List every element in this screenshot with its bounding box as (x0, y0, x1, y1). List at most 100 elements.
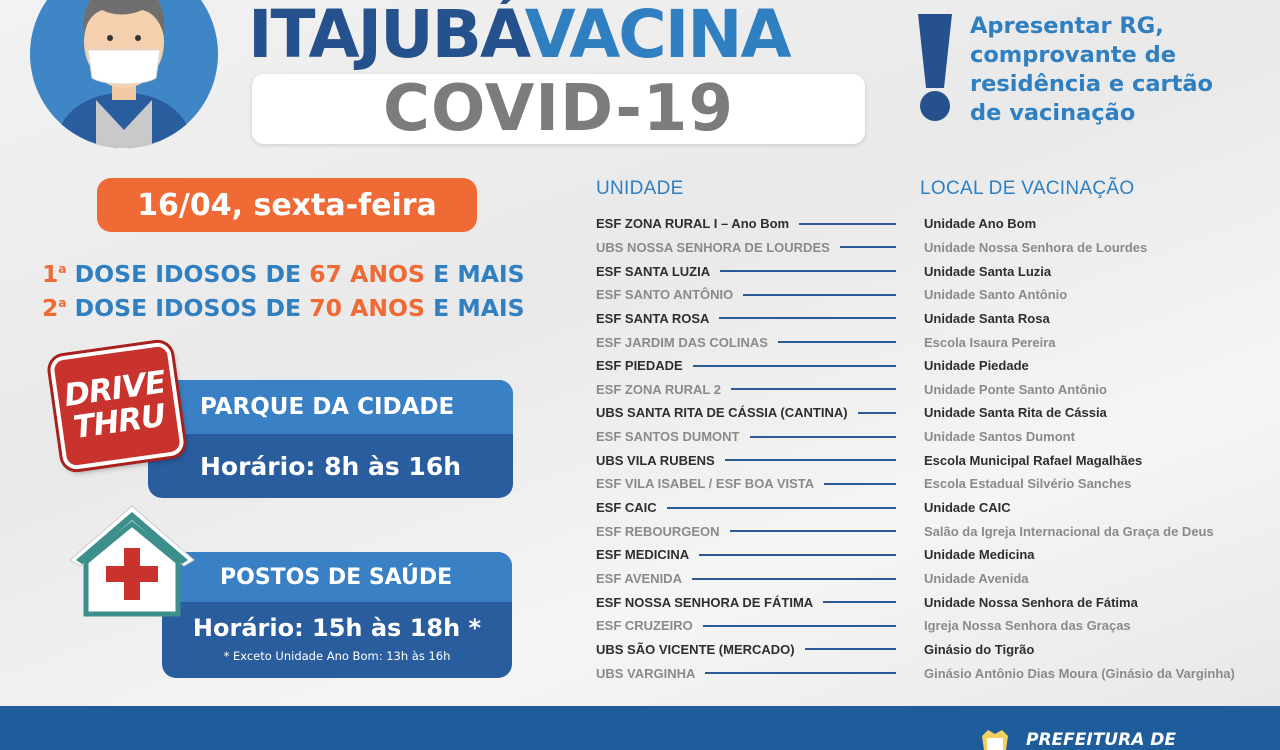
unit-name: ESF PIEDADE (596, 358, 683, 374)
table-row: ESF REBOURGEON Salão da Igreja Internacio… (596, 519, 1266, 543)
date-text: 16/04, sexta-feira (137, 187, 437, 223)
vaccination-location: Escola Municipal Rafael Magalhães (924, 452, 1143, 468)
subtitle-box: COVID-19 (252, 72, 865, 146)
table-row: ESF PIEDADE Unidade Piedade (596, 354, 1266, 378)
drive-thru-location: PARQUE DA CIDADE (148, 380, 513, 434)
postos-note: * Exceto Unidade Ano Bom: 13h às 16h (223, 649, 451, 663)
footer-org: PREFEITURA DE (1026, 730, 1177, 750)
connector-line (724, 459, 896, 462)
connector-line (730, 388, 896, 391)
vaccination-location: Unidade Santa Rosa (924, 310, 1050, 326)
table-row: UBS VARGINHA Ginásio Antônio Dias Moura (… (596, 661, 1266, 685)
unit-name: ESF SANTO ANTÔNIO (596, 287, 734, 303)
vaccination-location: Ginásio do Tigrão (924, 641, 1035, 657)
connector-line (743, 293, 897, 296)
vaccination-location: Igreja Nossa Senhora das Graças (924, 618, 1131, 634)
column-header-local: LOCAL DE VACINAÇÃO (920, 178, 1135, 199)
table-row: ESF SANTOS DUMONT Unidade Santos Dumont (596, 425, 1266, 449)
vaccination-location: Escola Estadual Silvério Sanches (924, 476, 1132, 492)
unit-name: ESF VILA ISABEL / ESF BOA VISTA (596, 476, 815, 492)
dose2-ordinal: 2 (42, 294, 59, 322)
subtitle: COVID-19 (383, 72, 734, 146)
vaccination-location: Unidade Nossa Senhora de Fátima (924, 594, 1138, 610)
connector-line (824, 482, 897, 485)
postos-location: POSTOS DE SAÚDE (162, 552, 512, 602)
table-row: ESF MEDICINA Unidade Medicina (596, 543, 1266, 567)
unit-name: ESF CRUZEIRO (596, 618, 693, 634)
table-row: UBS SANTA RITA DE CÁSSIA (CANTINA) Unidad… (596, 401, 1266, 425)
dose1-line: 1a DOSE IDOSOS DE 67 ANOS E MAIS (42, 260, 525, 288)
vaccination-location: Salão da Igreja Internacional da Graça d… (924, 523, 1214, 539)
table-row: ESF SANTA LUZIA Unidade Santa Luzia (596, 259, 1266, 283)
table-row: ESF CAIC Unidade CAIC (596, 496, 1266, 520)
table-row: ESF AVENIDA Unidade Avenida (596, 567, 1266, 591)
unit-name: ESF REBOURGEON (596, 523, 720, 539)
exclamation-icon (912, 12, 958, 122)
dose1-pre: DOSE IDOSOS DE (74, 260, 310, 288)
table-row: ESF SANTO ANTÔNIO Unidade Santo Antônio (596, 283, 1266, 307)
campaign-title: ITAJUBÁVACINA (248, 2, 792, 68)
vaccination-location: Unidade Avenida (924, 571, 1029, 587)
dose2-sup: a (58, 296, 67, 310)
connector-line (839, 246, 896, 249)
table-row: UBS NOSSA SENHORA DE LOURDES Unidade Noss… (596, 236, 1266, 260)
unit-name: ESF SANTA LUZIA (596, 263, 711, 279)
unit-name: ESF SANTOS DUMONT (596, 429, 740, 445)
unit-name: UBS SANTA RITA DE CÁSSIA (CANTINA) (596, 405, 848, 421)
column-header-unit: UNIDADE (596, 178, 684, 199)
document-notice: Apresentar RG, comprovante de residência… (970, 13, 1214, 126)
postos-hours: Horário: 15h às 18h * (192, 614, 482, 642)
connector-line (799, 222, 897, 225)
dose2-post: E MAIS (424, 294, 525, 322)
vaccination-location: Unidade Nossa Senhora de Lourdes (924, 239, 1148, 255)
title-part1: ITAJUBÁ (248, 0, 527, 73)
unit-name: ESF NOSSA SENHORA DE FÁTIMA (596, 594, 814, 610)
unit-name: UBS VILA RUBENS (596, 452, 715, 468)
dose1-age: 67 ANOS (309, 260, 425, 288)
unit-name: ESF JARDIM DAS COLINAS (596, 334, 768, 350)
vaccination-location: Unidade Medicina (924, 547, 1035, 563)
connector-line (720, 270, 897, 273)
connector-line (804, 648, 896, 651)
dose2-pre: DOSE IDOSOS DE (74, 294, 310, 322)
vaccination-location: Unidade Ano Bom (924, 216, 1037, 232)
unit-name: UBS VARGINHA (596, 665, 696, 681)
table-row: UBS SÃO VICENTE (MERCADO) Ginásio do Tigr… (596, 638, 1266, 662)
unit-name: ESF AVENIDA (596, 571, 682, 587)
connector-line (729, 530, 896, 533)
table-row: ESF SANTA ROSA Unidade Santa Rosa (596, 307, 1266, 331)
dose1-post: E MAIS (424, 260, 525, 288)
connector-line (699, 553, 897, 556)
table-row: ESF ZONA RURAL I – Ano Bom Unidade Ano Bo… (596, 212, 1266, 236)
table-row: UBS VILA RUBENS Escola Municipal Rafael M… (596, 449, 1266, 473)
unit-name: ESF ZONA RURAL I – Ano Bom (596, 216, 790, 232)
connector-line (691, 577, 896, 580)
table-row: ESF CRUZEIRO Igreja Nossa Senhora das Gra… (596, 614, 1266, 638)
unit-name: UBS NOSSA SENHORA DE LOURDES (596, 239, 830, 255)
vaccination-location: Unidade Santa Luzia (924, 263, 1052, 279)
unit-name: UBS SÃO VICENTE (MERCADO) (596, 641, 795, 657)
vaccination-location: Unidade Santos Dumont (924, 429, 1075, 445)
unit-name: ESF CAIC (596, 500, 657, 516)
connector-line (692, 364, 896, 367)
drive-thru-sign-icon: DRIVE THRU (48, 341, 186, 471)
connector-line (777, 341, 896, 344)
table-row: ESF NOSSA SENHORA DE FÁTIMA Unidade Nossa… (596, 590, 1266, 614)
title-part2: VACINA (524, 0, 792, 73)
connector-line (823, 601, 897, 604)
unit-name: ESF MEDICINA (596, 547, 690, 563)
connector-line (705, 672, 897, 675)
vaccination-location: Unidade Ponte Santo Antônio (924, 381, 1107, 397)
unit-name: ESF SANTA ROSA (596, 310, 710, 326)
postos-card: POSTOS DE SAÚDE Horário: 15h às 18h * * … (162, 552, 512, 678)
dose2-line: 2a DOSE IDOSOS DE 70 ANOS E MAIS (42, 294, 525, 322)
table-row: ESF JARDIM DAS COLINAS Escola Isaura Pere… (596, 330, 1266, 354)
masked-person-icon (30, 0, 218, 148)
table-row: ESF VILA ISABEL / ESF BOA VISTA Escola Es… (596, 472, 1266, 496)
date-badge: 16/04, sexta-feira (97, 178, 477, 232)
vaccination-location: Unidade Santo Antônio (924, 287, 1068, 303)
connector-line (857, 411, 896, 414)
health-house-icon (66, 502, 198, 618)
connector-line (719, 317, 897, 320)
connector-line (749, 435, 896, 438)
